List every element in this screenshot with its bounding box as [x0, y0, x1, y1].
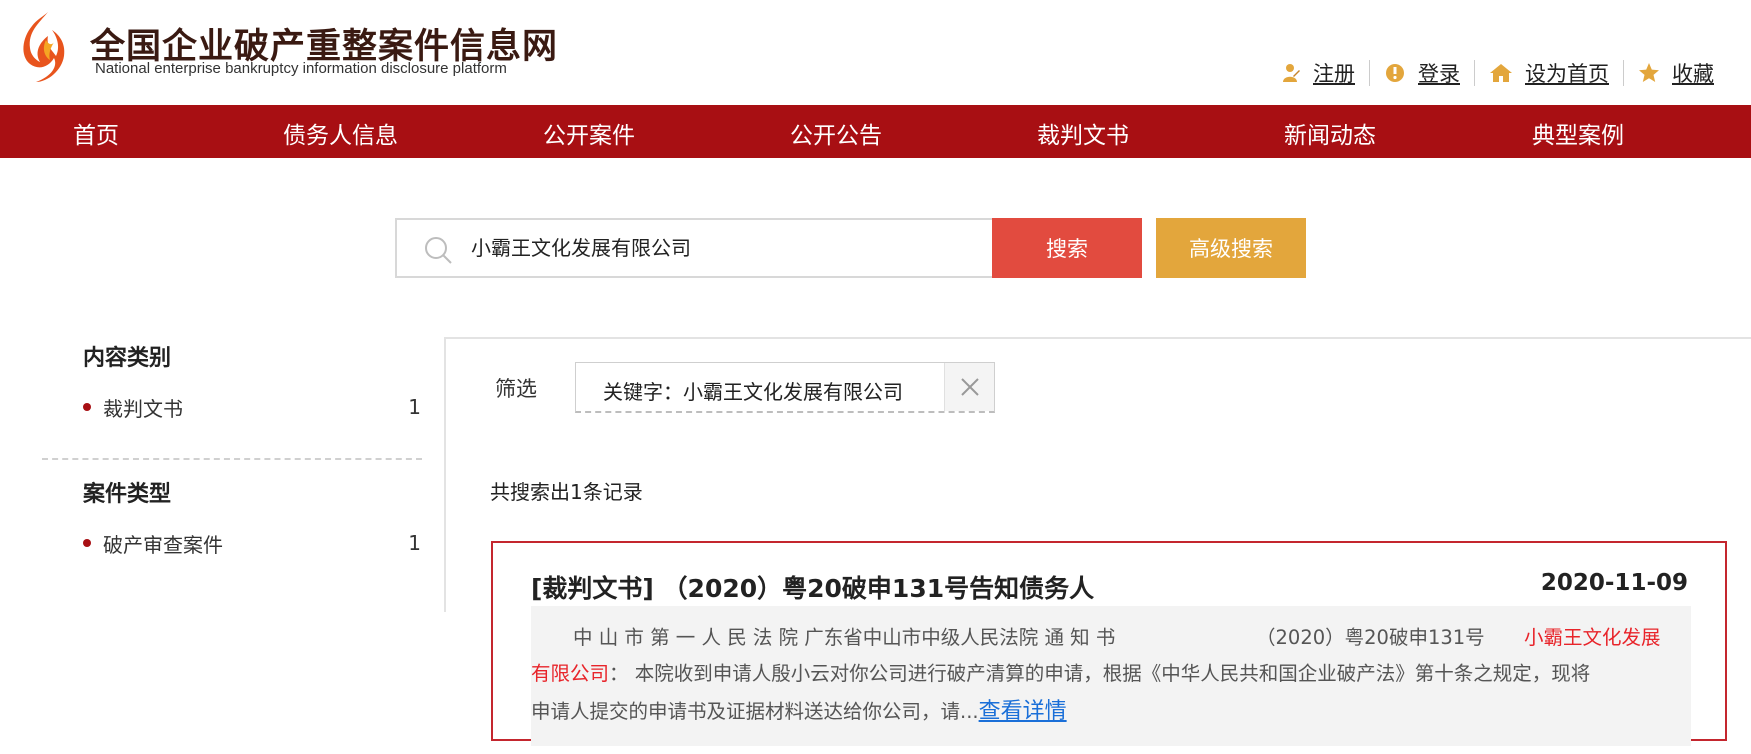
nav-judgments[interactable]: 裁判文书: [1037, 116, 1129, 150]
view-details-link[interactable]: 查看详情: [979, 699, 1067, 724]
star-icon: [1639, 63, 1659, 82]
flame-logo-icon: [23, 12, 65, 82]
favorite-link[interactable]: 收藏: [1638, 58, 1714, 88]
close-icon: [960, 378, 979, 396]
nav-public-notices[interactable]: 公开公告: [790, 116, 882, 150]
favorite-label: 收藏: [1672, 62, 1714, 86]
result-title[interactable]: [裁判文书] （2020）粤20破申131号告知债务人: [531, 569, 1094, 605]
snippet-case-number: （2020）粤20破申131号: [1256, 626, 1485, 649]
sidebar-item-bankruptcy-review[interactable]: 破产审查案件 1: [42, 530, 422, 557]
bullet-icon: [83, 539, 91, 547]
register-label: 注册: [1313, 62, 1355, 86]
sidebar-item-label: 破产审查案件: [103, 532, 223, 557]
sidebar-item-label: 裁判文书: [103, 396, 183, 421]
login-link[interactable]: 登录: [1384, 58, 1460, 88]
divider: [42, 458, 422, 460]
divider: [444, 337, 1751, 339]
register-icon: [1283, 64, 1300, 82]
result-card: [裁判文书] （2020）粤20破申131号告知债务人 2020-11-09 中…: [491, 541, 1727, 746]
snippet-text: 申请人提交的申请书及证据材料送达给你公司，请...: [531, 700, 979, 723]
result-date: 2020-11-09: [1540, 570, 1688, 596]
sidebar-item-judgments[interactable]: 裁判文书 1: [42, 394, 422, 421]
bullet-icon: [83, 403, 91, 411]
filter-label: 筛选: [495, 377, 537, 401]
result-count: 共搜索出1条记录: [490, 480, 643, 504]
set-homepage-link[interactable]: 设为首页: [1489, 58, 1609, 88]
main-nav: 首页 债务人信息 公开案件 公开公告 裁判文书 新闻动态 典型案例: [0, 105, 1751, 158]
search-bar: [395, 218, 993, 278]
snippet-highlight: 小霸王文化发展: [1524, 626, 1661, 649]
divider: [444, 337, 446, 612]
content-category-heading: 内容类别: [83, 346, 172, 371]
divider: [1623, 60, 1624, 86]
sidebar-item-count: 1: [408, 531, 421, 555]
filter-chip-text: 关键字：小霸王文化发展有限公司: [603, 380, 903, 404]
login-icon: [1386, 64, 1404, 82]
result-snippet: 中 山 市 第 一 人 民 法 院 广东省中山市中级人民法院 通 知 书 （20…: [531, 606, 1691, 746]
sidebar-item-count: 1: [408, 395, 421, 419]
home-icon: [1490, 64, 1512, 82]
search-icon: [425, 237, 452, 264]
site-subtitle: National enterprise bankruptcy informati…: [95, 60, 507, 77]
remove-filter-button[interactable]: [944, 363, 994, 411]
sidebar: 内容类别 裁判文书 1 案件类型 破产审查案件 1: [42, 340, 422, 557]
search-input[interactable]: [471, 234, 971, 258]
snippet-text: 中 山 市 第 一 人 民 法 院 广东省中山市中级人民法院 通 知 书: [573, 626, 1116, 649]
site-header: 全国企业破产重整案件信息网 National enterprise bankru…: [0, 0, 1751, 105]
advanced-search-button[interactable]: 高级搜索: [1156, 218, 1306, 278]
set-homepage-label: 设为首页: [1525, 62, 1609, 86]
snippet-text: ： 本院收到申请人殷小云对你公司进行破产清算的申请，根据《中华人民共和国企业破产…: [609, 662, 1591, 685]
login-label: 登录: [1418, 62, 1460, 86]
case-type-heading: 案件类型: [83, 482, 172, 507]
nav-debtor-info[interactable]: 债务人信息: [283, 116, 398, 150]
top-links: 注册 登录 设为首页 收藏: [1279, 58, 1714, 88]
keyword-filter-chip: 关键字：小霸王文化发展有限公司: [575, 362, 995, 413]
register-link[interactable]: 注册: [1279, 58, 1355, 88]
nav-news[interactable]: 新闻动态: [1284, 116, 1376, 150]
divider: [1474, 60, 1475, 86]
search-button[interactable]: 搜索: [992, 218, 1142, 278]
nav-typical-cases[interactable]: 典型案例: [1532, 116, 1624, 150]
snippet-highlight: 有限公司: [531, 662, 610, 685]
nav-public-cases[interactable]: 公开案件: [543, 116, 635, 150]
divider: [1369, 60, 1370, 86]
nav-home[interactable]: 首页: [73, 116, 119, 150]
